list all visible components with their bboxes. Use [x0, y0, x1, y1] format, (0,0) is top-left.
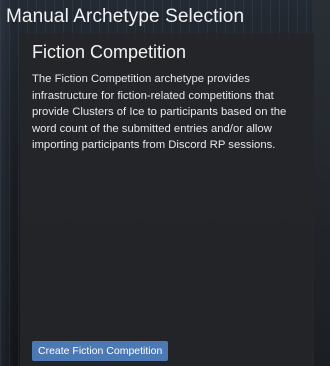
archetype-panel: Fiction Competition The Fiction Competit… [20, 33, 314, 366]
archetype-title: Fiction Competition [32, 42, 187, 62]
page-title: Manual Archetype Selection [6, 6, 245, 27]
background-edge [312, 0, 330, 366]
create-fiction-competition-button[interactable]: Create Fiction Competition [32, 341, 169, 361]
archetype-description: The Fiction Competition archetype provid… [32, 73, 287, 152]
